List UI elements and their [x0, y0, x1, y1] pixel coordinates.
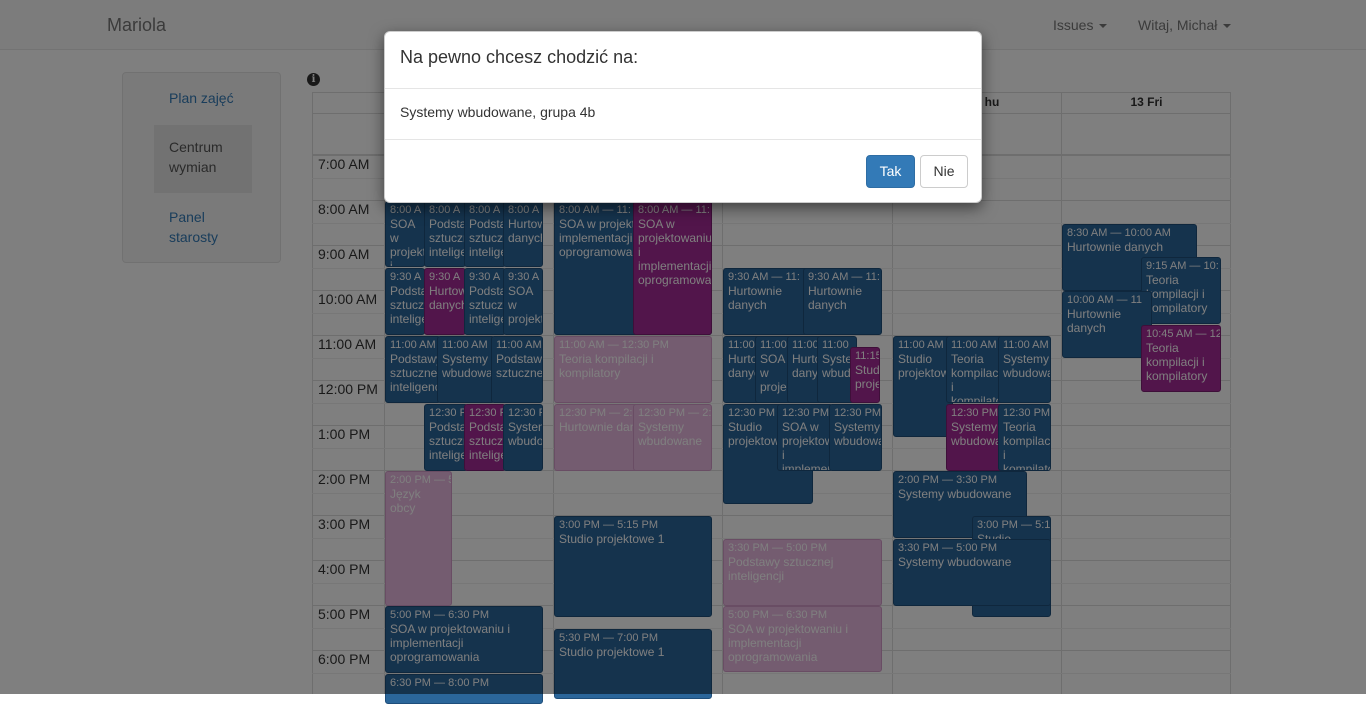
modal-title: Na pewno chcesz chodzić na: [400, 47, 639, 67]
yes-button[interactable]: Tak [866, 155, 915, 188]
modal-footer: Tak Nie [385, 139, 981, 203]
confirm-dialog: Na pewno chcesz chodzić na: Systemy wbud… [384, 31, 982, 203]
no-button[interactable]: Nie [920, 155, 968, 188]
modal-header: Na pewno chcesz chodzić na: [385, 32, 981, 89]
modal-body-text: Systemy wbudowane, grupa 4b [400, 104, 596, 120]
